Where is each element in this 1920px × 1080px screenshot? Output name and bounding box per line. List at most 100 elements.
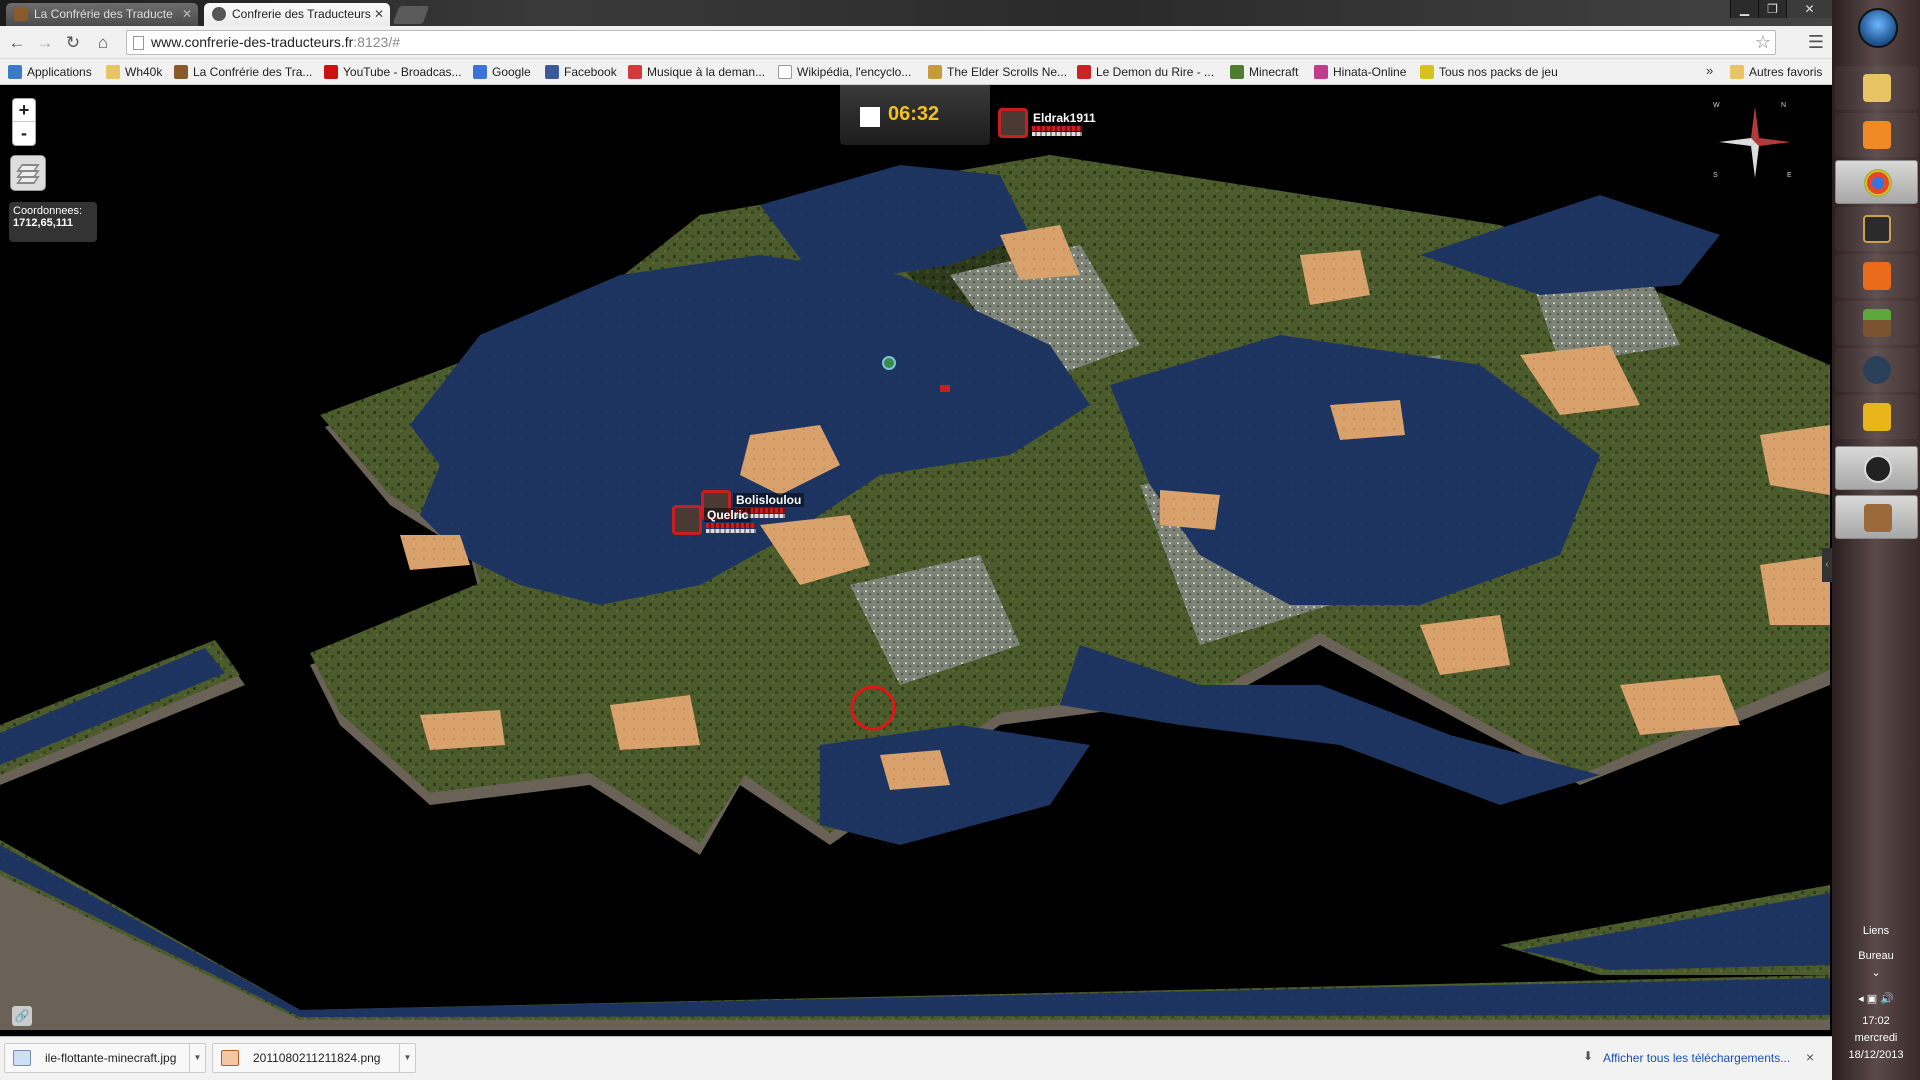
bookmarks-overflow-button[interactable]: » [1706,63,1713,78]
sidebar-toggle[interactable]: ‹ [1822,548,1832,582]
show-all-downloads-link[interactable]: Afficher tous les téléchargements... [1603,1051,1790,1065]
bookmark-star-icon[interactable]: ☆ [1755,32,1771,53]
bookmark-label: Facebook [564,65,617,79]
apps-grid-icon [8,65,22,79]
compass-e: E [1787,172,1792,179]
player-head-icon [672,505,702,535]
reload-icon[interactable]: ↻ [62,32,84,54]
bookmark-confrerie[interactable]: La Confrérie des Tra... [174,63,312,81]
free-icon [1077,65,1091,79]
taskbar-app-puzzle[interactable] [1835,395,1918,439]
link-icon[interactable]: 🔗 [12,1006,32,1026]
minecraft-icon [1230,65,1244,79]
bookmark-youtube[interactable]: YouTube - Broadcas... [324,63,462,81]
media-player-icon [1863,121,1891,149]
start-button[interactable] [1858,8,1898,48]
taskbar-steam[interactable] [1835,348,1918,392]
new-tab-button[interactable] [392,6,430,24]
bookmark-pack[interactable]: Tous nos packs de jeu [1420,63,1558,81]
taskbar-app-star[interactable] [1835,207,1918,251]
downloads-shelf: ile-flottante-minecraft.jpg ▼ 2011080211… [0,1036,1832,1080]
world-map-render[interactable] [0,85,1832,1036]
bookmark-music[interactable]: Musique à la deman... [628,63,765,81]
tray-icons[interactable]: ◂ ▣ 🔊 [1832,992,1920,1005]
zoom-in-button[interactable]: + [13,99,35,122]
facebook-icon [545,65,559,79]
close-icon[interactable]: ✕ [374,3,384,25]
confrerie-icon [174,65,188,79]
compass-icon: W N S E [1713,102,1795,182]
dynmap-view[interactable]: + - Coordonnees: 1712,65,111 06:32 Eldra… [0,85,1832,1036]
maximize-button[interactable]: ❐ [1758,0,1786,18]
bookmark-folder[interactable]: Wh40k [106,63,162,81]
bookmarks-bar: Applications Wh40k La Confrérie des Tra...… [0,59,1832,85]
player-name: Quelric [704,508,752,522]
taskbar-chrome[interactable] [1835,160,1918,204]
minimize-button[interactable]: ▁ [1730,0,1758,18]
bookmark-wikipedia[interactable]: Wikipédia, l'encyclo... [778,63,911,81]
folder-icon [1863,74,1891,102]
back-arrow-icon[interactable]: ← [6,32,28,54]
links-toolbar[interactable]: Liens [1832,925,1920,937]
bookmark-apps-grid[interactable]: Applications [8,63,92,81]
crafting-table-icon [1864,504,1892,532]
close-icon[interactable]: ✕ [182,3,192,25]
bookmark-elderscrolls[interactable]: The Elder Scrolls Ne... [928,63,1067,81]
address-bar[interactable]: www.confrerie-des-traducteurs.fr:8123/# … [126,30,1776,55]
wikipedia-icon [778,65,792,79]
chevron-down-icon[interactable]: ▼ [399,1044,415,1072]
taskbar-minecraft[interactable] [1835,301,1918,345]
app-icon [1863,262,1891,290]
armor-bar [706,529,756,533]
download-filename: 2011080211211824.png [253,1051,381,1065]
image-file-icon [221,1050,239,1066]
bookmark-label: Autres favoris [1749,65,1823,79]
layers-icon[interactable] [10,155,46,191]
chevron-down-icon[interactable]: ▼ [189,1044,205,1072]
taskbar-app-orange[interactable] [1835,254,1918,298]
folder-icon [106,65,120,79]
download-filename: ile-flottante-minecraft.jpg [45,1051,177,1065]
tab-label: La Confrérie des Traducte [34,7,173,21]
bookmark-facebook[interactable]: Facebook [545,63,617,81]
player-name: Eldrak1911 [1030,111,1099,125]
page-favicon-icon [212,7,226,21]
bookmark-label: The Elder Scrolls Ne... [947,65,1068,79]
download-item[interactable]: ile-flottante-minecraft.jpg ▼ [4,1043,206,1073]
chrome-menu-icon[interactable]: ☰ [1808,32,1824,53]
taskbar-crafting[interactable] [1835,495,1918,539]
spawn-globe-icon[interactable] [882,356,896,370]
taskbar-skyrim[interactable] [1835,446,1918,490]
world-clock: 06:32 [840,85,990,145]
folder-icon [1730,65,1744,79]
zoom-out-button[interactable]: - [13,122,35,145]
home-icon[interactable]: ⌂ [92,32,114,54]
tab-confrerie-forum[interactable]: La Confrérie des Traducte ✕ [6,3,198,26]
bookmark-google[interactable]: Google [473,63,531,81]
forward-arrow-icon[interactable]: → [34,32,56,54]
clock-date: 18/12/2013 [1848,1049,1904,1061]
url-port-path: :8123/# [353,34,401,50]
sun-icon [860,107,880,127]
bed-marker-icon[interactable] [940,385,950,392]
bookmark-free[interactable]: Le Demon du Rire - ... [1077,63,1214,81]
close-icon[interactable]: × [1806,1049,1814,1065]
tab-label: Confrerie des Traducteurs [232,7,371,21]
close-window-button[interactable]: ✕ [1786,0,1832,18]
taskbar-explorer[interactable] [1835,66,1918,110]
bookmark-hinata[interactable]: Hinata-Online [1314,63,1406,81]
chevron-down-icon[interactable]: ⌄ [1832,966,1920,979]
world-time: 06:32 [888,103,940,125]
url-host: www.confrerie-des-traducteurs.fr [151,34,354,50]
download-item[interactable]: 2011080211211824.png ▼ [212,1043,416,1073]
clock-time[interactable]: 17:02 [1832,1015,1920,1027]
bookmark-minecraft[interactable]: Minecraft [1230,63,1298,81]
compass-s: S [1713,172,1718,179]
taskbar-media-player[interactable] [1835,113,1918,157]
page-icon [133,36,144,50]
tab-confrerie-map[interactable]: Confrerie des Traducteurs ✕ [204,3,390,26]
other-bookmarks-folder[interactable]: Autres favoris [1730,63,1822,81]
desktop-toolbar[interactable]: Bureau [1832,950,1920,962]
bookmark-label: Google [492,65,531,79]
title-bar: La Confrérie des Traducte ✕ Confrerie de… [0,0,1832,26]
